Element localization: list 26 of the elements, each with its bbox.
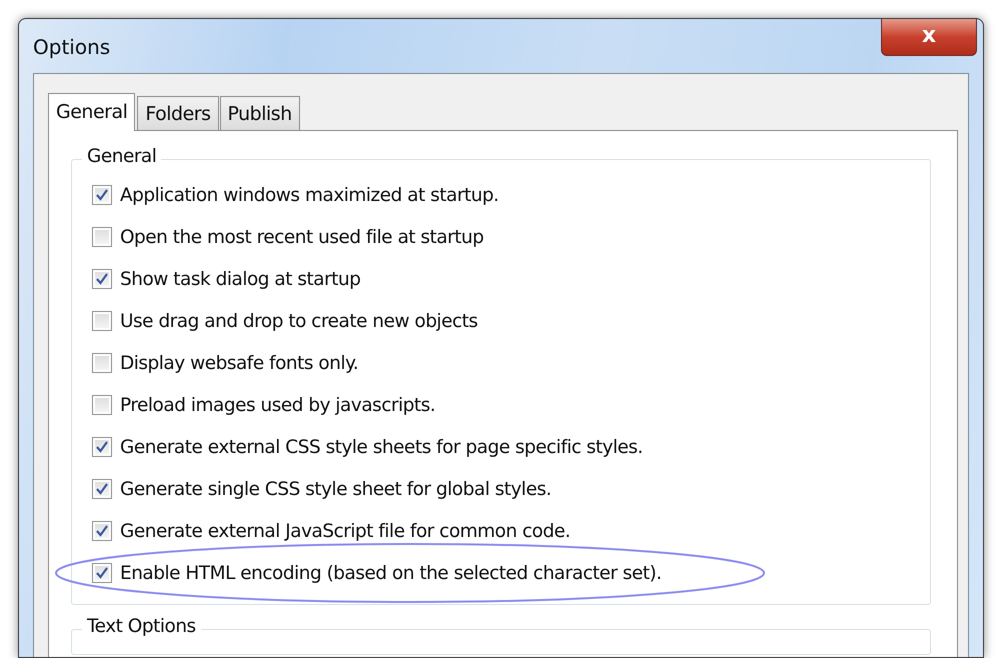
checkbox[interactable] <box>92 269 112 289</box>
tab[interactable]: General <box>48 93 136 131</box>
checkbox[interactable] <box>92 311 112 331</box>
option-label: Generate external CSS style sheets for page specific styles. <box>120 436 643 458</box>
checkbox[interactable] <box>92 521 112 541</box>
checkbox[interactable] <box>92 185 112 205</box>
close-button[interactable]: x <box>881 19 977 56</box>
option-label: Generate external JavaScript file for common code. <box>120 520 570 542</box>
checkbox[interactable] <box>92 395 112 415</box>
option-label: Generate single CSS style sheet for global styles. <box>120 478 552 500</box>
option-label: Open the most recent used file at startup <box>120 226 484 248</box>
tab[interactable]: Folders <box>137 96 219 130</box>
checkbox[interactable] <box>92 353 112 373</box>
tab[interactable]: Publish <box>220 96 300 130</box>
window-title: Options <box>33 35 110 59</box>
option-label: Application windows maximized at startup. <box>120 184 499 206</box>
option-label: Enable HTML encoding (based on the selected character set). <box>120 562 662 584</box>
checkbox[interactable] <box>92 479 112 499</box>
option-label: Display websafe fonts only. <box>120 352 358 374</box>
checkbox[interactable] <box>92 437 112 457</box>
checkbox[interactable] <box>92 563 112 583</box>
group-title: Text Options <box>82 616 201 637</box>
option-label: Show task dialog at startup <box>120 268 360 290</box>
checkbox[interactable] <box>92 227 112 247</box>
option-label: Use drag and drop to create new objects <box>120 310 478 332</box>
option-label: Preload images used by javascripts. <box>120 394 436 416</box>
